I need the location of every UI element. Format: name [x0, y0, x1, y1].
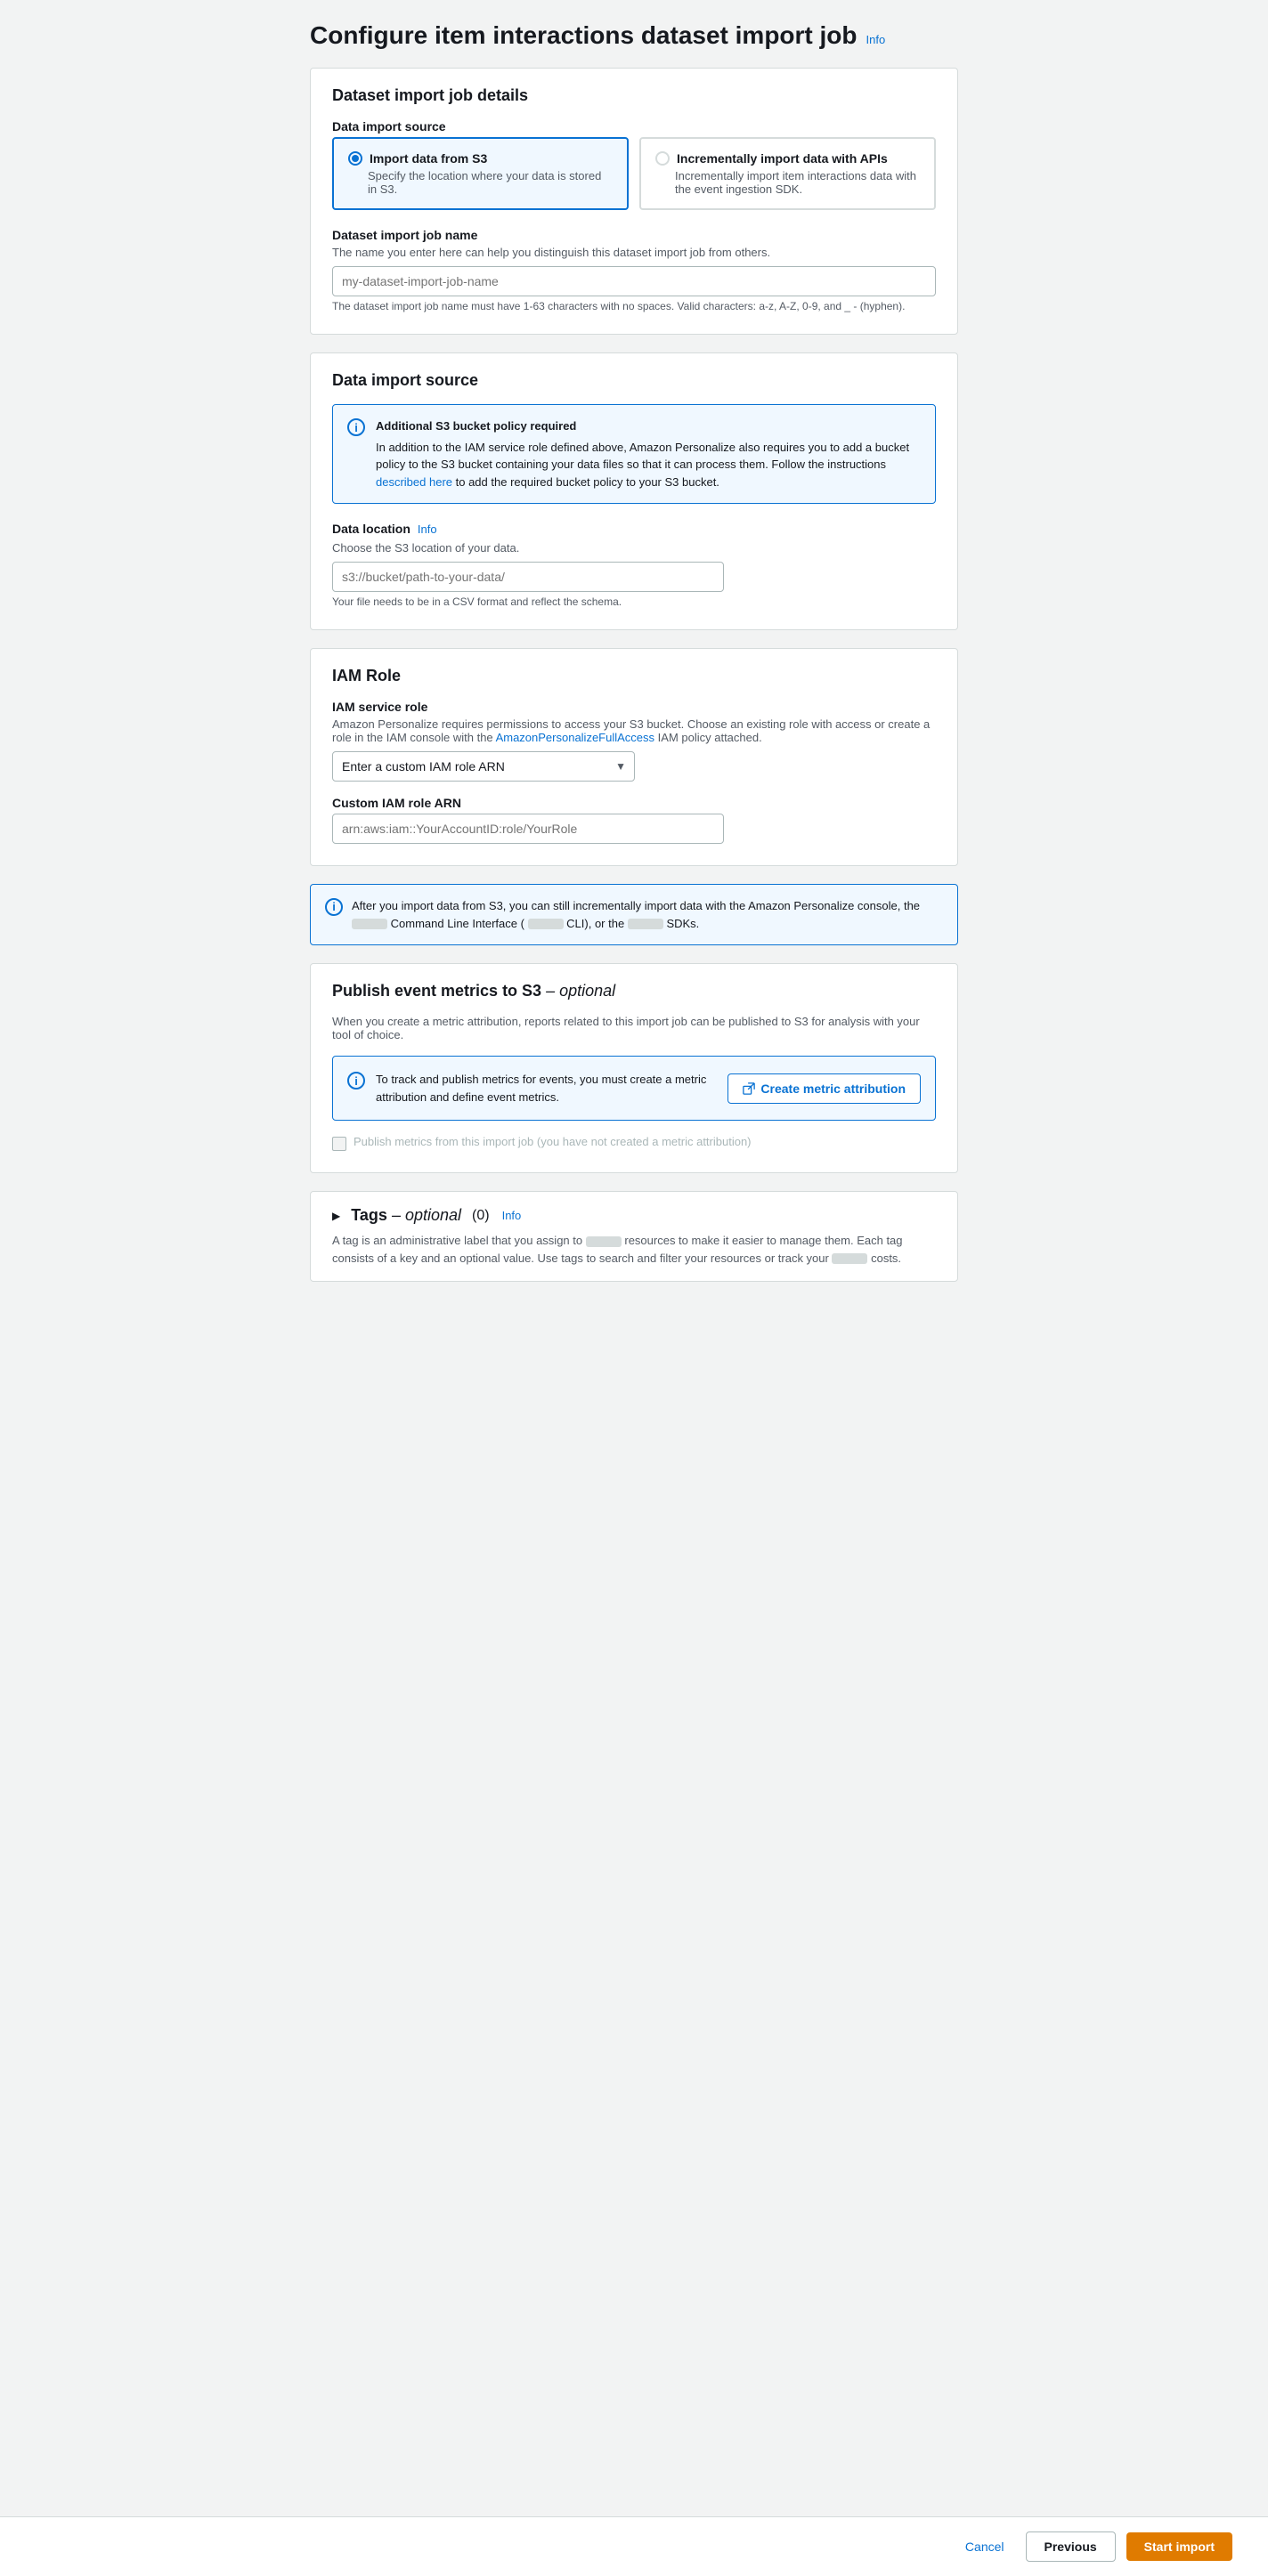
radio-api-desc: Incrementally import item interactions d…: [655, 169, 920, 196]
metric-banner-icon: i: [347, 1072, 365, 1090]
footer-bar: Cancel Previous Start import: [0, 2516, 1268, 2576]
cancel-button[interactable]: Cancel: [955, 2532, 1015, 2561]
radio-s3-desc: Specify the location where your data is …: [348, 169, 613, 196]
data-import-source-section-title: Data import source: [332, 371, 936, 390]
publish-metrics-section: Publish event metrics to S3 – optional W…: [310, 963, 958, 1173]
previous-button[interactable]: Previous: [1026, 2531, 1116, 2562]
custom-arn-input[interactable]: [332, 814, 724, 844]
tags-count: (0): [472, 1208, 490, 1224]
incremental-note-banner: i After you import data from S3, you can…: [310, 884, 958, 945]
external-link-icon: [743, 1082, 755, 1095]
tags-info-link[interactable]: Info: [502, 1209, 522, 1222]
iam-service-role-desc: Amazon Personalize requires permissions …: [332, 717, 936, 744]
job-name-input[interactable]: [332, 266, 936, 296]
redacted-1: [352, 919, 387, 929]
create-metric-attribution-button[interactable]: Create metric attribution: [727, 1073, 921, 1104]
s3-policy-banner-title: Additional S3 bucket policy required: [376, 417, 921, 435]
metric-attribution-banner: i To track and publish metrics for event…: [332, 1056, 936, 1121]
dataset-import-job-details-title: Dataset import job details: [332, 86, 936, 105]
publish-metrics-checkbox-row[interactable]: Publish metrics from this import job (yo…: [332, 1135, 936, 1151]
redacted-3: [628, 919, 663, 929]
redacted-2: [528, 919, 564, 929]
data-location-label: Data location: [332, 522, 410, 536]
s3-policy-banner-text: Additional S3 bucket policy required In …: [376, 417, 921, 490]
custom-arn-label: Custom IAM role ARN: [332, 796, 936, 810]
iam-role-select-wrapper: Enter a custom IAM role ARN Create a new…: [332, 751, 635, 782]
incremental-note-icon: i: [325, 898, 343, 916]
job-name-note: The dataset import job name must have 1-…: [332, 300, 936, 312]
iam-service-role-label: IAM service role: [332, 700, 936, 714]
redacted-4: [586, 1236, 622, 1247]
s3-policy-banner: i Additional S3 bucket policy required I…: [332, 404, 936, 504]
data-location-desc: Choose the S3 location of your data.: [332, 541, 936, 555]
start-import-button[interactable]: Start import: [1126, 2532, 1232, 2561]
radio-api-label: Incrementally import data with APIs: [677, 151, 888, 166]
incremental-note-text: After you import data from S3, you can s…: [352, 897, 943, 932]
data-location-note: Your file needs to be in a CSV format an…: [332, 595, 936, 608]
data-location-info-link[interactable]: Info: [418, 522, 437, 536]
data-location-input[interactable]: [332, 562, 724, 592]
publish-metrics-checkbox[interactable]: [332, 1137, 346, 1151]
radio-s3-label: Import data from S3: [370, 151, 487, 166]
data-location-header: Data location Info: [332, 522, 936, 536]
publish-metrics-title: Publish event metrics to S3 – optional: [332, 982, 936, 1000]
iam-policy-link[interactable]: AmazonPersonalizeFullAccess: [496, 731, 654, 744]
publish-metrics-checkbox-label: Publish metrics from this import job (yo…: [354, 1135, 752, 1148]
metric-banner-text: To track and publish metrics for events,…: [376, 1071, 713, 1106]
data-import-source-label: Data import source: [332, 119, 936, 134]
tags-chevron-icon[interactable]: ▶: [332, 1210, 340, 1222]
redacted-5: [832, 1253, 867, 1264]
page-header: Configure item interactions dataset impo…: [310, 21, 958, 50]
radio-option-api[interactable]: Incrementally import data with APIs Incr…: [639, 137, 936, 210]
page-title: Configure item interactions dataset impo…: [310, 21, 858, 50]
job-name-label: Dataset import job name: [332, 228, 936, 242]
tags-desc: A tag is an administrative label that yo…: [332, 1232, 936, 1267]
data-import-source-radio-group: Import data from S3 Specify the location…: [332, 137, 936, 210]
described-here-link[interactable]: described here: [376, 475, 452, 489]
s3-policy-banner-icon: i: [347, 418, 365, 436]
radio-api-circle: [655, 151, 670, 166]
iam-role-select[interactable]: Enter a custom IAM role ARN Create a new…: [332, 751, 635, 782]
publish-metrics-desc: When you create a metric attribution, re…: [332, 1015, 936, 1041]
tags-section: ▶ Tags – optional (0) Info A tag is an a…: [310, 1191, 958, 1282]
dataset-import-job-details-section: Dataset import job details Data import s…: [310, 68, 958, 335]
page-title-info-link[interactable]: Info: [866, 33, 886, 46]
radio-option-s3[interactable]: Import data from S3 Specify the location…: [332, 137, 629, 210]
iam-role-section: IAM Role IAM service role Amazon Persona…: [310, 648, 958, 866]
metric-banner-left: i To track and publish metrics for event…: [347, 1071, 713, 1106]
data-import-source-section: Data import source i Additional S3 bucke…: [310, 352, 958, 630]
radio-s3-circle: [348, 151, 362, 166]
iam-role-title: IAM Role: [332, 667, 936, 685]
tags-header: ▶ Tags – optional (0) Info: [332, 1206, 936, 1225]
job-name-desc: The name you enter here can help you dis…: [332, 246, 936, 259]
tags-title: Tags – optional: [351, 1206, 461, 1225]
